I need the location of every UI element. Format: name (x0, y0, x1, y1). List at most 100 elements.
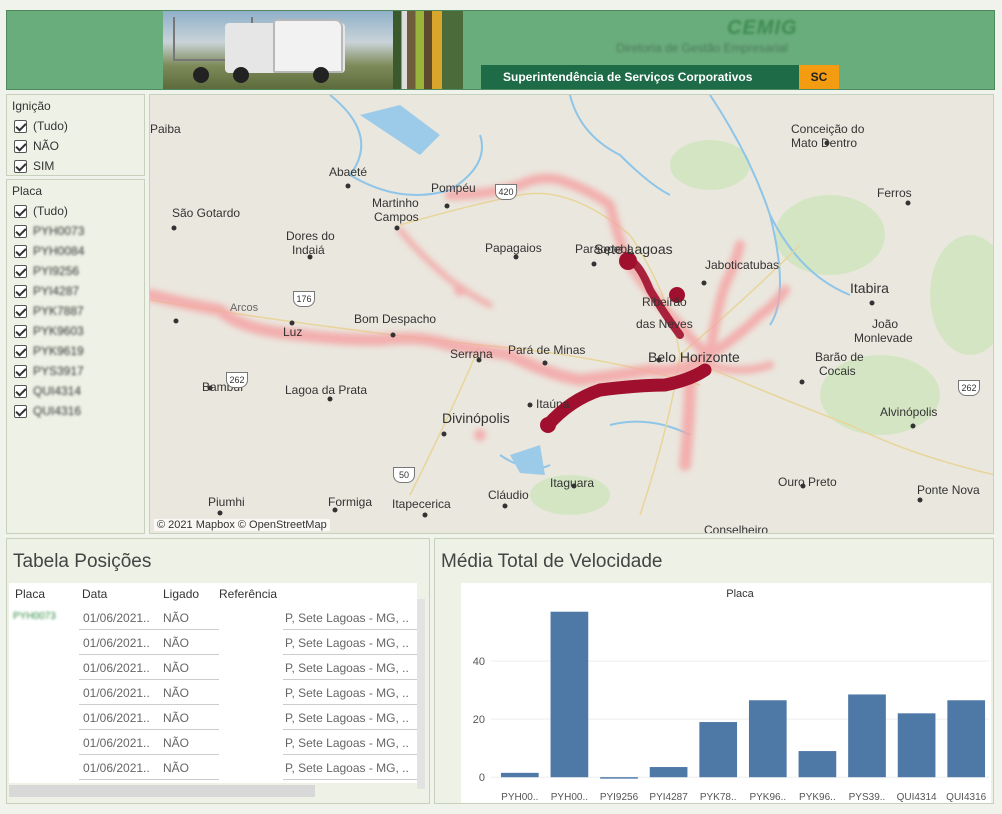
cell-data: 01/06/2021.. (83, 661, 150, 675)
route-map[interactable]: Abaeté Pompéu Paraopeba Conceição do Mato De… (149, 94, 994, 534)
table-row[interactable]: 01/06/2021.. NÃO P, Sete Lagoas - MG, .. (9, 630, 417, 655)
header-subtitle: Diretoria de Gestão Empresarial (616, 41, 788, 55)
wheel (313, 67, 329, 83)
city-label: Piumhi (208, 495, 245, 509)
city-label: Mato Dentro (791, 136, 858, 150)
cell-data: 01/06/2021.. (83, 711, 150, 725)
y-tick-label: 0 (479, 772, 485, 784)
row-divider (79, 779, 159, 780)
table-vertical-scrollbar[interactable] (417, 599, 425, 789)
cell-ligado: NÃO (163, 711, 190, 725)
filter-option[interactable]: QUI4314 (7, 381, 144, 401)
city-label: Belo Horizonte (648, 349, 740, 365)
city-label: Itapecerica (392, 497, 451, 511)
filter-option[interactable]: (Tudo) (7, 201, 144, 221)
wheel (193, 67, 209, 83)
checkbox[interactable] (14, 384, 27, 398)
table-row[interactable]: 01/06/2021.. NÃO P, Sete Lagoas - MG, .. (9, 655, 417, 680)
city-label: Ribeirão (642, 295, 687, 309)
checkbox[interactable] (14, 159, 27, 173)
filter-option-label: (Tudo) (33, 204, 68, 218)
checkbox[interactable] (14, 204, 27, 218)
column-header-placa[interactable]: Placa (15, 587, 45, 601)
filter-option[interactable]: PYI4287 (7, 281, 144, 301)
table-title: Tabela Posições (13, 551, 152, 572)
city-label: Luz (283, 325, 303, 339)
table-horizontal-scrollbar[interactable] (9, 785, 315, 797)
filter-option[interactable]: QUI4316 (7, 401, 144, 421)
header-banner: CEMIG Diretoria de Gestão Empresarial Su… (6, 10, 995, 90)
positions-table[interactable]: Placa Data Ligado Referência PYH0073 01/0… (9, 583, 417, 783)
table-row[interactable]: 01/06/2021.. NÃO P, Sete Lagoas - MG, .. (9, 755, 417, 780)
filter-option[interactable]: PYK9619 (7, 341, 144, 361)
highway-shield: 50 (393, 467, 415, 483)
checkbox[interactable] (14, 404, 27, 418)
column-header-data[interactable]: Data (82, 587, 107, 601)
city-label: Conceição do (791, 122, 865, 136)
checkbox[interactable] (14, 324, 27, 338)
map-canvas (150, 95, 993, 518)
city-label: Divinópolis (442, 410, 510, 426)
truck-photo (163, 11, 393, 89)
column-header-ligado[interactable]: Ligado (163, 587, 199, 601)
speed-chart[interactable]: Placa02040Média de Velocidade (Km/h)PYH0… (461, 583, 991, 803)
header-photo-strip (393, 11, 463, 89)
table-row[interactable]: 01/06/2021.. NÃO P, Sete Lagoas - MG, .. (9, 730, 417, 755)
filter-option-label: PYS3917 (33, 364, 84, 378)
filter-option[interactable]: NÃO (7, 136, 144, 156)
filter-option[interactable]: PYH0084 (7, 241, 144, 261)
city-label: Ouro Preto (778, 475, 837, 489)
filter-option[interactable]: SIM (7, 156, 144, 176)
x-tick-label: QUI4316 (946, 792, 986, 803)
checkbox[interactable] (14, 364, 27, 378)
cell-data: 01/06/2021.. (83, 686, 150, 700)
checkbox[interactable] (14, 344, 27, 358)
city-label: Formiga (328, 495, 373, 509)
bar (600, 777, 638, 779)
filter-option-label: QUI4316 (33, 404, 82, 418)
filter-option[interactable]: PYI9256 (7, 261, 144, 281)
bar (947, 700, 986, 778)
x-tick-label: PYK78.. (700, 792, 737, 803)
city-label: Ferros (877, 186, 912, 200)
filter-ignicao: Ignição (Tudo) NÃO SIM (6, 94, 145, 176)
filter-option[interactable]: PYK9603 (7, 321, 144, 341)
filter-option-label: (Tudo) (33, 119, 68, 133)
filter-option[interactable]: PYH0073 (7, 221, 144, 241)
highway-shield: 262 (226, 372, 248, 388)
filter-option-label: PYK7887 (33, 304, 84, 318)
filter-option[interactable]: PYK7887 (7, 301, 144, 321)
table-row[interactable]: 01/06/2021.. NÃO P, Sete Lagoas - MG, .. (9, 680, 417, 705)
cell-ligado: NÃO (163, 636, 190, 650)
highway-shield: 176 (293, 291, 315, 307)
city-label: Martinho (372, 196, 419, 210)
checkbox[interactable] (14, 264, 27, 278)
cell-placa: PYH0073 (13, 611, 56, 622)
cell-data: 01/06/2021.. (83, 736, 150, 750)
header-band: Superintendência de Serviços Corporativo… (481, 65, 799, 89)
x-tick-label: PYK96.. (749, 792, 786, 803)
checkbox[interactable] (14, 284, 27, 298)
checkbox[interactable] (14, 139, 27, 153)
city-label: Lagoa da Prata (285, 383, 368, 397)
checkbox[interactable] (14, 224, 27, 238)
city-label: Abaeté (329, 165, 368, 179)
filter-option[interactable]: PYS3917 (7, 361, 144, 381)
map-attribution[interactable]: © 2021 Mapbox © OpenStreetMap (154, 519, 330, 531)
cell-ligado: NÃO (163, 661, 190, 675)
checkbox[interactable] (14, 304, 27, 318)
cell-ligado: NÃO (163, 736, 190, 750)
city-label: Sete Lagoas (594, 241, 673, 257)
city-label: Pará de Minas (508, 343, 586, 357)
filter-placa: Placa (Tudo) PYH0073 PYH0084 PYI9256 PYI4287… (6, 179, 145, 534)
table-row[interactable]: 01/06/2021.. NÃO P, Sete Lagoas - MG, .. (9, 705, 417, 730)
table-row[interactable]: PYH0073 01/06/2021.. NÃO P, Sete Lagoas - M… (9, 605, 417, 630)
checkbox[interactable] (14, 119, 27, 133)
bar (699, 722, 738, 778)
filter-option-label: QUI4314 (33, 384, 82, 398)
city-label: João (872, 317, 899, 331)
column-header-referencia[interactable]: Referência (219, 587, 277, 601)
checkbox[interactable] (14, 244, 27, 258)
filter-option-label: PYI9256 (33, 264, 80, 278)
filter-option[interactable]: (Tudo) (7, 116, 144, 136)
